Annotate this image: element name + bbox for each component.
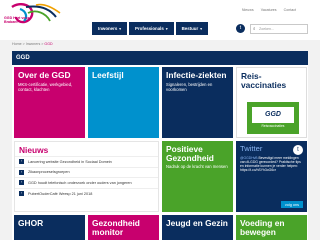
tile-twitter: Twitter t @GGDHvB Bevestigd meer melding… — [236, 141, 307, 212]
tile-text: MKS-certificatie, werkgebied, contact, k… — [18, 81, 73, 92]
nav-bestuur-label: Bestuur — [181, 26, 199, 31]
search-placeholder: Zoeken... — [259, 27, 274, 31]
chevron-down-icon: ▾ — [119, 27, 122, 31]
twitter-icon[interactable]: t — [236, 24, 245, 33]
toplink-vacatures[interactable]: Vacatures — [261, 8, 277, 12]
twitter-bird-icon: t — [293, 145, 303, 155]
nav-professionals-label: Professionals — [135, 26, 164, 31]
ggd-reisvaccinaties-logo: GGD Reisvaccinaties — [247, 102, 299, 134]
nav-inwoners[interactable]: Inwoners ▾ — [92, 22, 128, 35]
breadcrumb-home[interactable]: Home — [12, 42, 22, 46]
tile-ghor[interactable]: GHOR — [14, 215, 85, 240]
tile-title: Jeugd en Gezin — [166, 218, 228, 228]
search-input[interactable]: ⌕ Zoeken... — [250, 24, 308, 34]
news-item[interactable]: › Zikaonproceselsgroepen — [15, 166, 158, 178]
nav-inwoners-label: Inwoners — [98, 26, 118, 31]
logo-mark: GGD — [252, 107, 294, 123]
breadcrumb-inwoners[interactable]: Inwoners — [26, 42, 41, 46]
tile-leefstijl[interactable]: Leefstijl — [88, 67, 159, 138]
news-item-label: Lancering website Gezondheid in Sociaal … — [28, 159, 112, 164]
nav-bestuur[interactable]: Bestuur ▾ — [175, 22, 208, 35]
news-title: Nieuws — [19, 145, 49, 155]
news-item-label: PubertOuderCafé Weesp 21 juni 2018 — [28, 191, 93, 196]
tile-reisvaccinaties[interactable]: Reis-vaccinaties GGD Reisvaccinaties — [236, 67, 307, 138]
breadcrumb: Home > Inwoners > GGD — [12, 42, 53, 46]
tweet-text: @GGDHvB Bevestigd meer meldingen van #LG… — [236, 154, 307, 173]
news-item[interactable]: › PubertOuderCafé Weesp 21 juni 2018 — [15, 187, 158, 199]
tile-voeding-en-bewegen[interactable]: Voeding en bewegen — [236, 215, 307, 240]
tile-title: Leefstijl — [92, 70, 124, 80]
logo-subtext: Reisvaccinaties — [261, 124, 285, 128]
top-links: Nieuws Vacatures Contact — [236, 8, 296, 12]
tile-infectieziekten[interactable]: Infectie-ziekten Signaleren, bestrijden … — [162, 67, 233, 138]
tile-title: Gezondheid monitor — [92, 218, 140, 237]
chevron-down-icon: ▾ — [165, 27, 168, 31]
tile-positieve-gezondheid[interactable]: Positieve Gezondheid Nadruk op de kracht… — [162, 141, 233, 212]
nav-professionals[interactable]: Professionals ▾ — [129, 22, 174, 35]
news-panel: Nieuws › Lancering website Gezondheid in … — [14, 141, 159, 212]
search-icon: ⌕ — [253, 26, 256, 31]
tile-text: Nadruk op de kracht van mensen — [166, 164, 228, 170]
tile-jeugd-en-gezin[interactable]: Jeugd en Gezin — [162, 215, 233, 240]
follow-button[interactable]: volg ons — [280, 201, 303, 208]
tile-gezondheid-monitor[interactable]: Gezondheid monitor — [88, 215, 159, 240]
tile-title: Infectie-ziekten — [166, 70, 227, 80]
news-item-label: GGD houdt telefonisch onderzoek onder ou… — [28, 180, 132, 185]
toplink-contact[interactable]: Contact — [284, 8, 296, 12]
tile-text: Signaleren, bestrijden en voorkomen — [166, 81, 213, 92]
logo-text: GGD Hart voor Brabant — [4, 16, 30, 24]
breadcrumb-current: GGD — [44, 42, 53, 46]
tile-title: Reis-vaccinaties — [241, 71, 287, 90]
top-bar: GGD Hart voor Brabant Nieuws Vacatures C… — [0, 0, 320, 40]
news-item[interactable]: › GGD houdt telefonisch onderzoek onder o… — [15, 177, 158, 188]
tile-title: Positieve Gezondheid — [166, 144, 214, 163]
news-item-label: Zikaonproceselsgroepen — [28, 170, 70, 175]
main-nav: Inwoners ▾ Professionals ▾ Bestuur ▾ — [92, 22, 210, 35]
tile-title: Voeding en bewegen — [240, 218, 285, 237]
arrow-right-icon: › — [19, 191, 24, 197]
arrow-right-icon: › — [19, 159, 24, 165]
section-title: GGD — [12, 51, 308, 65]
tile-title: GHOR — [18, 218, 44, 228]
tile-title: Over de GGD — [18, 70, 71, 80]
news-item[interactable]: › Lancering website Gezondheid in Sociaal… — [15, 156, 158, 167]
tile-over-de-ggd[interactable]: Over de GGD MKS-certificatie, werkgebied… — [14, 67, 85, 138]
arrow-right-icon: › — [19, 169, 24, 175]
toplink-nieuws[interactable]: Nieuws — [242, 8, 254, 12]
chevron-down-icon: ▾ — [200, 27, 202, 31]
arrow-right-icon: › — [19, 180, 24, 186]
